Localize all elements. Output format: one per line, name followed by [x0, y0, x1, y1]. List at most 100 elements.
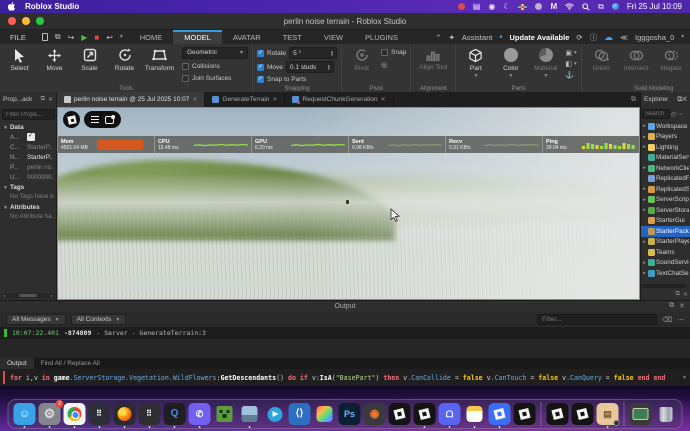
popout-icon[interactable]: ⧉	[676, 291, 680, 298]
ribbon-tab-avatar[interactable]: AVATAR	[222, 30, 272, 44]
explorer-search-input[interactable]	[642, 109, 670, 119]
property-checkbox-checked[interactable]	[27, 133, 35, 141]
popout-icon[interactable]: ⧉	[669, 302, 674, 310]
collapse-triangle-icon[interactable]: ▼	[3, 125, 8, 131]
record-icon[interactable]: ◉	[488, 3, 495, 11]
dock-finder-icon[interactable]: ☺	[14, 403, 36, 425]
cloud-icon[interactable]: ☁	[604, 32, 613, 43]
dock-roblox-studio-icon[interactable]	[572, 403, 594, 425]
expand-arrow-icon[interactable]: ▸	[642, 123, 647, 129]
vpn-icon[interactable]	[535, 3, 542, 10]
collapse-ribbon-icon[interactable]: ⌃	[435, 33, 441, 42]
new-file-icon[interactable]	[42, 33, 48, 41]
dock-photos-app-icon[interactable]	[239, 403, 261, 425]
dock-notes-icon[interactable]	[464, 403, 486, 425]
redo-icon[interactable]: ↪	[68, 33, 75, 42]
menubar-clock[interactable]: Fri 25 Jul 10:09	[627, 2, 682, 11]
sync-icon[interactable]: ⟳	[576, 33, 582, 42]
scale-tool-button[interactable]: Scale	[74, 46, 105, 84]
tab-overflow-icon[interactable]: ⧉	[631, 96, 636, 104]
explorer-item-players[interactable]: ▸Players	[641, 132, 690, 143]
snap-rotate-checkbox[interactable]: Rotate	[257, 48, 286, 59]
explorer-hscrollbar[interactable]	[642, 284, 686, 288]
move-tool-button[interactable]: Move	[39, 46, 70, 84]
output-titlebar[interactable]: Output ⧉✕	[0, 301, 690, 312]
expand-arrow-icon[interactable]: ▸	[642, 239, 647, 245]
dock-screen-capture-icon[interactable]	[630, 403, 652, 425]
tab-output[interactable]: Output	[0, 358, 34, 369]
dock-minecraft-icon[interactable]	[214, 403, 236, 425]
snap-to-parts-checkbox[interactable]: Snap to Parts	[257, 75, 337, 84]
chat-emote-icon[interactable]	[105, 116, 114, 124]
explorer-item-soundservice[interactable]: ▸SoundService	[641, 258, 690, 269]
expand-arrow-icon[interactable]: ▸	[642, 270, 647, 276]
undo-icon[interactable]: ↩	[106, 33, 113, 42]
property-row-4[interactable]: U...0000000...	[0, 172, 56, 182]
wifi-icon[interactable]	[565, 3, 574, 10]
stepper-arrows-icon[interactable]: ▴▾	[328, 64, 330, 70]
ribbon-tab-test[interactable]: TEST	[272, 30, 313, 44]
stepper-arrows-icon[interactable]: ▴▾	[331, 50, 333, 56]
mode-dropdown[interactable]: Geometric▾	[182, 47, 248, 59]
open-file-icon[interactable]: ⧉	[55, 32, 61, 42]
doc-tab-1[interactable]: GenerateTerrain✕	[205, 92, 285, 107]
dock-viber-icon[interactable]: ✆	[189, 403, 211, 425]
property-value[interactable]: StarterP...	[27, 154, 53, 161]
keyboard-icon[interactable]: ▤	[473, 3, 481, 11]
doc-tab-0[interactable]: perlin noise terrain @ 25 Jul 2025 10:07…	[57, 92, 205, 107]
close-tab-icon[interactable]: ✕	[272, 96, 277, 103]
dock-final-cut-icon[interactable]	[314, 403, 336, 425]
property-row-2[interactable]: N...StarterP...	[0, 152, 56, 162]
search-options-icon[interactable]: ⋯	[677, 111, 683, 118]
material-button[interactable]: Material ▾	[530, 46, 561, 84]
viewport-pill-menu[interactable]	[84, 111, 121, 128]
pivot-snap-checkbox[interactable]: Snap	[381, 47, 406, 58]
property-value[interactable]: perlin no...	[27, 164, 53, 171]
explorer-item-textchatservice[interactable]: ▸TextChatService	[641, 268, 690, 279]
expand-arrow-icon[interactable]: ▸	[642, 165, 647, 171]
part-button[interactable]: Part ▾	[460, 46, 491, 84]
section-tags[interactable]: ▼Tags	[0, 182, 56, 192]
property-row-3[interactable]: P...perlin no...	[0, 162, 56, 172]
output-log-line[interactable]: 10:07:22.401 -874809 - Server - Generate…	[0, 327, 690, 339]
dock-roblox-studio-icon[interactable]	[389, 403, 411, 425]
doc-tab-2[interactable]: RequestChunkGeneration✕	[285, 92, 393, 107]
edit-pivot-button[interactable]: Pivot	[346, 46, 377, 84]
command-bar[interactable]: for i,v in game.ServerStorage.Vegetation…	[0, 369, 690, 386]
uk-flag-icon[interactable]	[518, 4, 527, 10]
ribbon-tab-model[interactable]: MODEL	[173, 30, 222, 44]
union-button[interactable]: Union	[586, 46, 617, 84]
dock-firefox-icon[interactable]	[114, 403, 136, 425]
media-key-icon[interactable]: M	[550, 3, 557, 11]
ribbon-tab-plugins[interactable]: PLUGINS	[354, 30, 409, 44]
quick-access-caret-icon[interactable]: ▾	[120, 34, 123, 40]
transform-tool-button[interactable]: Transform	[144, 46, 175, 84]
select-tool-button[interactable]: Select	[4, 46, 35, 84]
property-row-1[interactable]: C...StarterP...	[0, 142, 56, 152]
move-snap-stepper[interactable]: 0.1 studs▴▾	[286, 61, 334, 73]
expand-arrow-icon[interactable]: ▸	[642, 144, 647, 150]
part-caret-icon[interactable]: ▾	[474, 73, 477, 79]
explorer-item-replicatedfirst[interactable]: ReplicatedFirst	[641, 174, 690, 185]
dock-blender-icon[interactable]: ◉	[364, 403, 386, 425]
search-history-icon[interactable]: ◴	[671, 111, 676, 118]
collisions-checkbox[interactable]: Collisions	[182, 61, 248, 72]
play-icon[interactable]: ▶	[81, 33, 87, 42]
status-app-red-icon[interactable]	[458, 3, 465, 10]
control-center-icon[interactable]: ⧉	[598, 3, 604, 11]
section-data[interactable]: ▼Data	[0, 122, 56, 132]
expand-arrow-icon[interactable]: ▸	[642, 207, 647, 213]
username-menu[interactable]: Igggosha_0	[635, 33, 674, 42]
tab-find-all[interactable]: Find All / Replace All	[34, 358, 107, 369]
property-value[interactable]: 0000000...	[27, 174, 53, 181]
intersect-button[interactable]: Intersect	[621, 46, 652, 84]
dock-chrome-icon[interactable]	[64, 403, 86, 425]
explorer-item-lighting[interactable]: ▸Lighting	[641, 142, 690, 153]
messages-filter-dropdown[interactable]: All Messages▼	[6, 314, 66, 325]
username-caret-icon[interactable]: ▾	[681, 34, 684, 40]
collapse-triangle-icon[interactable]: ▼	[3, 205, 8, 211]
properties-panel-header[interactable]: Prop...ack ⧉✕	[0, 92, 57, 107]
color-caret-icon[interactable]: ▾	[509, 73, 512, 79]
property-row-0[interactable]: A...	[0, 132, 56, 142]
ribbon-tab-home[interactable]: HOME	[129, 30, 174, 44]
